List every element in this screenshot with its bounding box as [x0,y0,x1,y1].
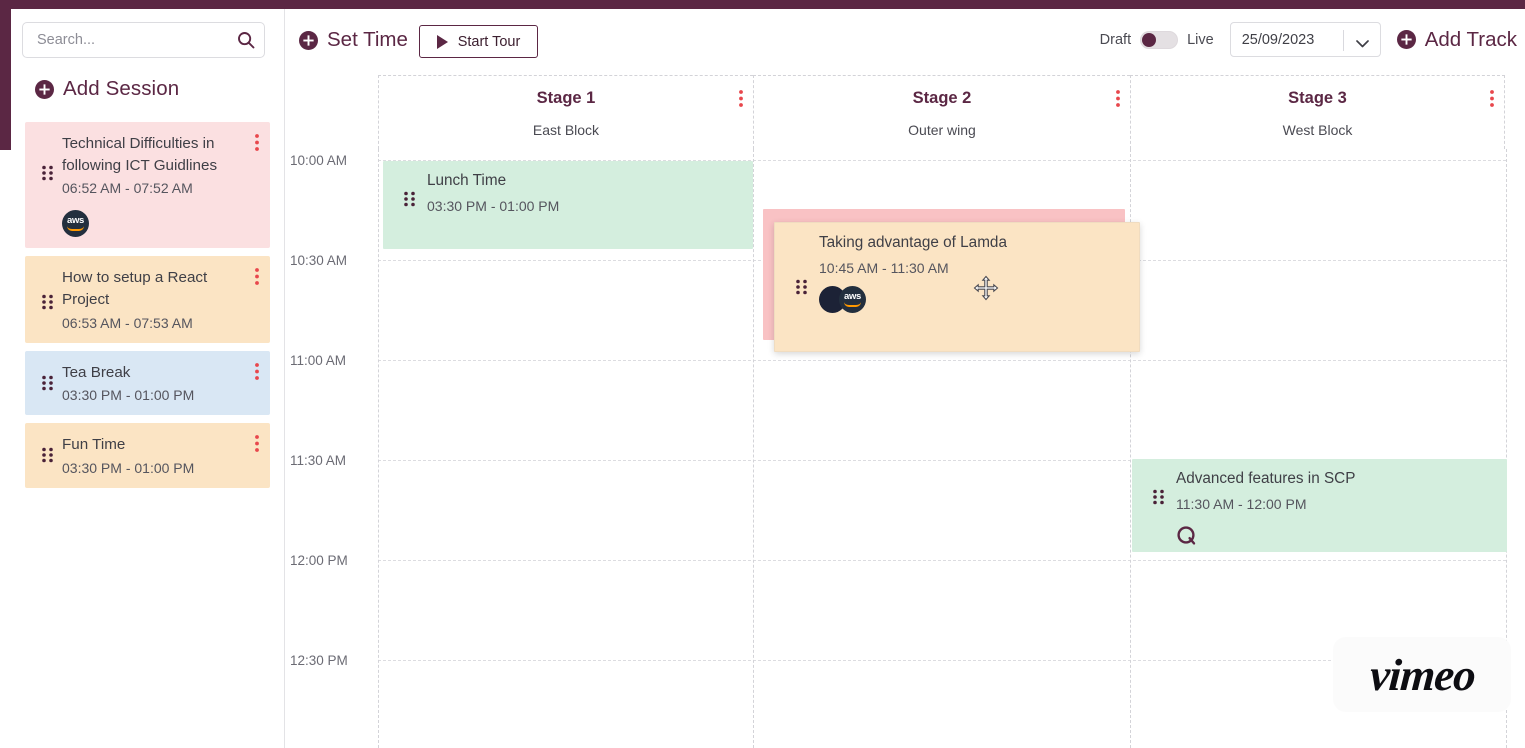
session-card[interactable]: Technical Difficulties in following ICT … [25,122,270,248]
session-menu-icon[interactable] [255,363,259,380]
session-time: 06:52 AM - 07:52 AM [62,179,240,197]
session-time: 03:30 PM - 01:00 PM [62,386,240,404]
calendar-event[interactable]: Taking advantage of Lamda 10:45 AM - 11:3… [774,222,1140,352]
add-track-label: Add Track [1425,28,1517,52]
drag-handle-icon[interactable] [1153,489,1164,505]
drag-handle-icon[interactable] [42,165,53,181]
start-tour-button[interactable]: Start Tour [419,25,538,58]
session-menu-icon[interactable] [255,268,259,285]
drag-handle-icon[interactable] [42,375,53,391]
session-menu-icon[interactable] [255,134,259,151]
session-card[interactable]: How to setup a React Project 06:53 AM - 0… [25,256,270,342]
plus-circle-icon [35,80,54,99]
drag-handle-icon[interactable] [42,447,53,463]
stage-name: Stage 2 [754,89,1130,108]
grid-hour-line [378,360,1506,361]
date-divider [1343,30,1344,51]
event-title: Taking advantage of Lamda [819,233,1127,253]
event-time: 10:45 AM - 11:30 AM [819,260,1127,276]
drag-handle-icon[interactable] [404,191,415,207]
session-title: Technical Difficulties in following ICT … [62,133,238,176]
stage-menu-icon[interactable] [1490,90,1494,107]
grid-hour-line [378,560,1506,561]
move-cursor-icon [973,275,999,301]
session-title: Tea Break [62,362,238,384]
main-toolbar: Set Time Start Tour Draft Live 25/09/202… [285,9,1525,75]
draft-live-toggle[interactable] [1140,31,1178,49]
grid-column-line [378,149,379,748]
stage-header-1: Stage 1 East Block [378,75,753,149]
toolbar-right-group: Draft Live 25/09/2023 [1100,22,1517,57]
vimeo-logo-text: vimeo [1368,649,1477,701]
calendar-event[interactable]: Lunch Time 03:30 PM - 01:00 PM [383,161,753,249]
play-icon [437,35,448,49]
session-list: Technical Difficulties in following ICT … [14,122,281,496]
stage-menu-icon[interactable] [1116,90,1120,107]
live-label: Live [1187,32,1214,48]
stage-name: Stage 3 [1131,89,1504,108]
stage-menu-icon[interactable] [739,90,743,107]
top-accent-bar [0,0,1525,9]
session-time: 03:30 PM - 01:00 PM [62,459,240,477]
event-logos [1176,522,1495,550]
event-title: Advanced features in SCP [1176,469,1495,489]
chevron-down-icon[interactable] [1356,35,1369,43]
drag-handle-icon[interactable] [796,279,807,295]
add-track-button[interactable]: Add Track [1397,28,1517,52]
search-input[interactable] [35,23,225,57]
event-time: 11:30 AM - 12:00 PM [1176,496,1495,512]
drag-handle-icon[interactable] [42,294,53,310]
schedule-builder-app: Add Session Technical Difficulties in fo… [0,0,1525,748]
time-label: 10:30 AM [290,253,370,268]
sessions-sidebar: Add Session Technical Difficulties in fo… [11,9,285,748]
session-card[interactable]: Tea Break 03:30 PM - 01:00 PM [25,351,270,416]
start-tour-label: Start Tour [458,34,521,50]
set-time-button[interactable]: Set Time [299,28,408,52]
grid-column-line [753,149,754,748]
vimeo-watermark: vimeo [1333,637,1511,712]
left-accent-bar [0,0,11,150]
plus-circle-icon [1397,30,1416,49]
aws-logo-icon: aws [839,286,866,313]
session-card[interactable]: Fun Time 03:30 PM - 01:00 PM [25,423,270,488]
stage-header-3: Stage 3 West Block [1130,75,1505,149]
stage-header-2: Stage 2 Outer wing [753,75,1130,149]
stage-location: East Block [379,122,753,138]
time-label: 10:00 AM [290,153,370,168]
time-label: 11:00 AM [290,353,370,368]
time-label: 12:00 PM [290,553,370,568]
event-title: Lunch Time [427,171,741,191]
aws-logo-icon: aws [62,210,89,237]
search-icon[interactable] [237,31,255,49]
stage-location: Outer wing [754,122,1130,138]
add-session-button[interactable]: Add Session [35,77,179,101]
search-field[interactable] [22,22,265,58]
date-select[interactable]: 25/09/2023 [1230,22,1381,57]
session-title: How to setup a React Project [62,267,238,310]
draft-label: Draft [1100,32,1131,48]
session-time: 06:53 AM - 07:53 AM [62,314,240,332]
date-value: 25/09/2023 [1242,32,1315,48]
time-label: 11:30 AM [290,453,370,468]
session-menu-icon[interactable] [255,435,259,452]
plus-circle-icon [299,31,318,50]
add-session-label: Add Session [63,77,179,101]
event-time: 03:30 PM - 01:00 PM [427,198,741,214]
time-label: 12:30 PM [290,653,370,668]
stage-location: West Block [1131,122,1504,138]
session-title: Fun Time [62,434,238,456]
q-logo-icon [1176,525,1198,547]
schedule-grid: Stage 1 East BlockStage 2 Outer wingStage … [285,75,1525,748]
stage-header-row: Stage 1 East BlockStage 2 Outer wingStage … [285,75,1525,149]
stage-name: Stage 1 [379,89,753,108]
set-time-label: Set Time [327,28,408,52]
calendar-event[interactable]: Advanced features in SCP 11:30 AM - 12:00… [1132,459,1507,552]
toggle-knob [1142,33,1156,47]
